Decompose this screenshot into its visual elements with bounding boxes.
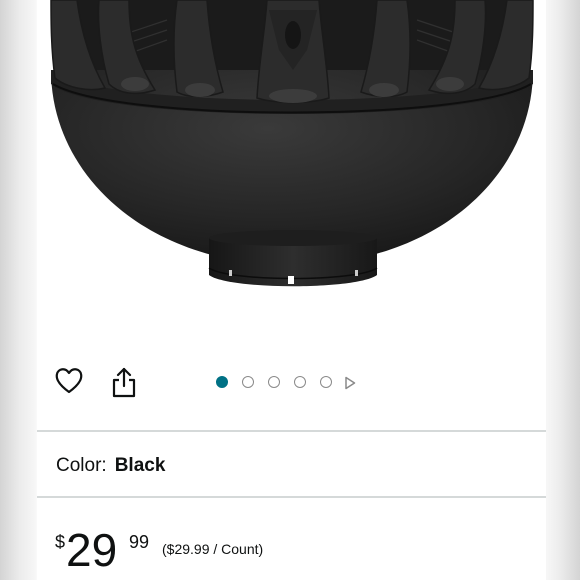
carousel-dot-2[interactable] xyxy=(242,376,254,388)
product-card: Color: Black $ 29 99 ($29.99 / Count) xyxy=(37,0,546,580)
product-image[interactable] xyxy=(37,0,546,345)
price-currency-symbol: $ xyxy=(55,532,66,552)
carousel-dot-1[interactable] xyxy=(216,376,228,388)
price-fraction: 99 xyxy=(129,532,150,552)
share-icon[interactable] xyxy=(111,366,137,398)
price-whole: 29 xyxy=(66,524,118,576)
divider xyxy=(37,430,546,432)
color-label: Color: xyxy=(56,455,107,476)
image-actions-row xyxy=(37,360,546,408)
color-selection: Color: Black xyxy=(56,455,165,477)
divider xyxy=(37,496,546,498)
carousel-dot-3[interactable] xyxy=(268,376,280,388)
carousel-dot-4[interactable] xyxy=(294,376,306,388)
heart-icon[interactable] xyxy=(54,366,84,396)
diffuser-image xyxy=(50,0,534,287)
price-per-unit: ($29.99 / Count) xyxy=(162,541,264,557)
color-value: Black xyxy=(114,455,166,476)
carousel-dot-5[interactable] xyxy=(320,376,332,388)
triangle-right-icon[interactable] xyxy=(344,376,356,390)
